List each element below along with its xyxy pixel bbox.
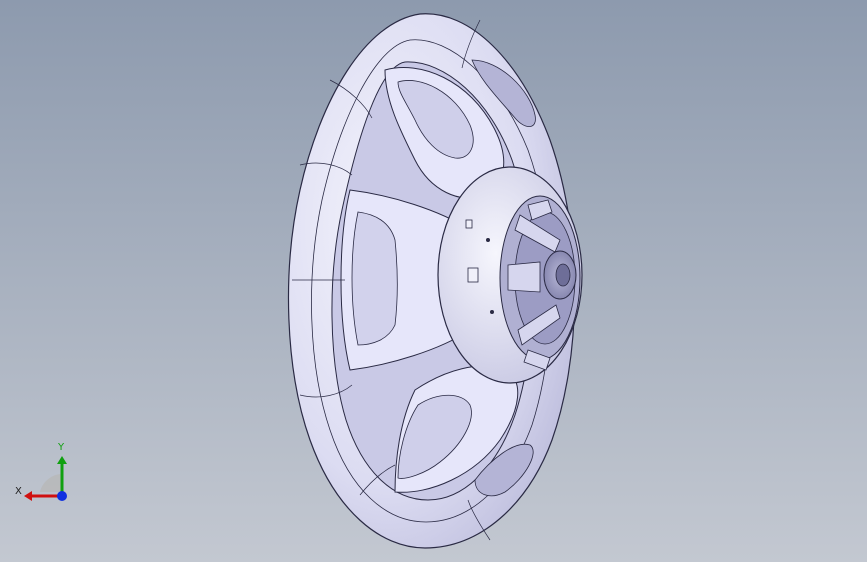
hub-hole-1 xyxy=(486,238,490,242)
y-axis-arrowhead xyxy=(57,456,67,464)
triad-plane xyxy=(40,474,62,492)
x-axis-arrowhead xyxy=(24,491,32,501)
triad-graphic xyxy=(24,456,67,501)
spoke-left-pocket xyxy=(351,211,398,346)
y-axis-label: Y xyxy=(58,442,65,453)
hub-clip xyxy=(465,219,473,229)
hub-tab xyxy=(467,267,479,283)
z-axis-dot xyxy=(57,491,67,501)
x-axis-label: X xyxy=(15,486,22,497)
center-bore-inner xyxy=(555,263,571,287)
graphics-viewport[interactable]: X Y xyxy=(0,0,867,562)
steering-wheel-model[interactable] xyxy=(0,0,867,562)
hub-hole-2 xyxy=(490,310,494,314)
orientation-triad[interactable]: X Y xyxy=(10,440,80,510)
